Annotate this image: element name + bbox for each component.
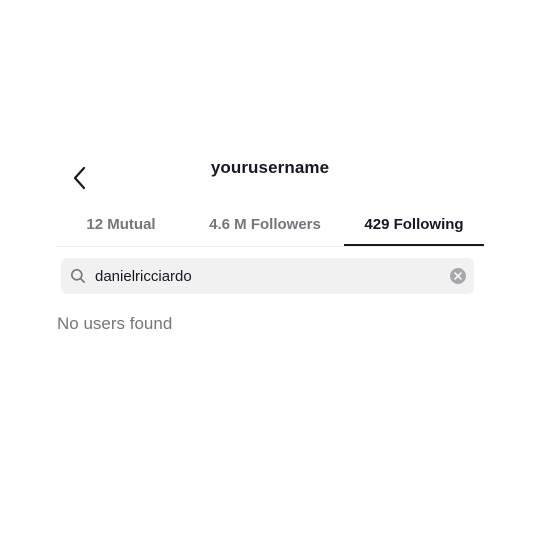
tab-bar: 12 Mutual 4.6 M Followers 429 Following bbox=[56, 205, 484, 246]
back-button[interactable] bbox=[66, 164, 92, 192]
tab-mutual[interactable]: 12 Mutual bbox=[56, 205, 186, 244]
search-input[interactable] bbox=[95, 258, 450, 294]
clear-icon[interactable] bbox=[450, 268, 466, 284]
tab-followers[interactable]: 4.6 M Followers bbox=[186, 205, 344, 244]
page-title: yourusername bbox=[210, 158, 330, 177]
tab-label: 12 Mutual bbox=[86, 216, 156, 233]
tab-label: 429 Following bbox=[364, 216, 464, 233]
tabs-divider bbox=[56, 246, 484, 247]
search-icon bbox=[70, 268, 86, 284]
tab-label: 4.6 M Followers bbox=[209, 216, 321, 233]
following-screen: yourusername 12 Mutual 4.6 M Followers 4… bbox=[0, 0, 540, 540]
tab-following[interactable]: 429 Following bbox=[344, 205, 484, 246]
empty-results-message: No users found bbox=[57, 314, 173, 333]
search-bar bbox=[61, 258, 474, 294]
chevron-left-icon bbox=[73, 166, 86, 190]
